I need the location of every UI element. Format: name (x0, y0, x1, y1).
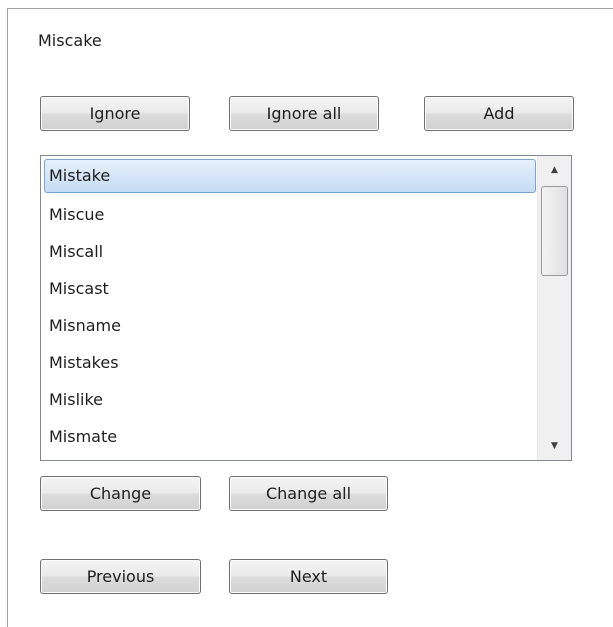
misspelled-word-label: Miscake (38, 31, 102, 50)
scrollbar-thumb[interactable] (541, 186, 568, 276)
scroll-down-icon[interactable]: ▼ (538, 432, 571, 460)
vertical-scrollbar[interactable]: ▲ ▼ (537, 156, 571, 460)
previous-button[interactable]: Previous (40, 559, 201, 594)
change-all-button[interactable]: Change all (229, 476, 388, 511)
suggestion-item[interactable]: Mistake (44, 159, 536, 193)
suggestion-item[interactable]: Miscue (44, 196, 536, 233)
suggestion-item[interactable]: Misname (44, 307, 536, 344)
ignore-button[interactable]: Ignore (40, 96, 190, 131)
next-button[interactable]: Next (229, 559, 388, 594)
suggestions-list: Mistake Miscue Miscall Miscast Misname Mistak… (44, 159, 536, 455)
suggestions-listbox[interactable]: Mistake Miscue Miscall Miscast Misname Mistak… (40, 155, 572, 461)
suggestion-item[interactable]: Miscall (44, 233, 536, 270)
change-button[interactable]: Change (40, 476, 201, 511)
add-button[interactable]: Add (424, 96, 574, 131)
ignore-all-button[interactable]: Ignore all (229, 96, 379, 131)
suggestion-item[interactable]: Mistakes (44, 344, 536, 381)
scroll-up-icon[interactable]: ▲ (538, 156, 571, 184)
suggestion-item[interactable]: Mislike (44, 381, 536, 418)
suggestion-item[interactable]: Mismate (44, 418, 536, 455)
suggestion-item[interactable]: Miscast (44, 270, 536, 307)
